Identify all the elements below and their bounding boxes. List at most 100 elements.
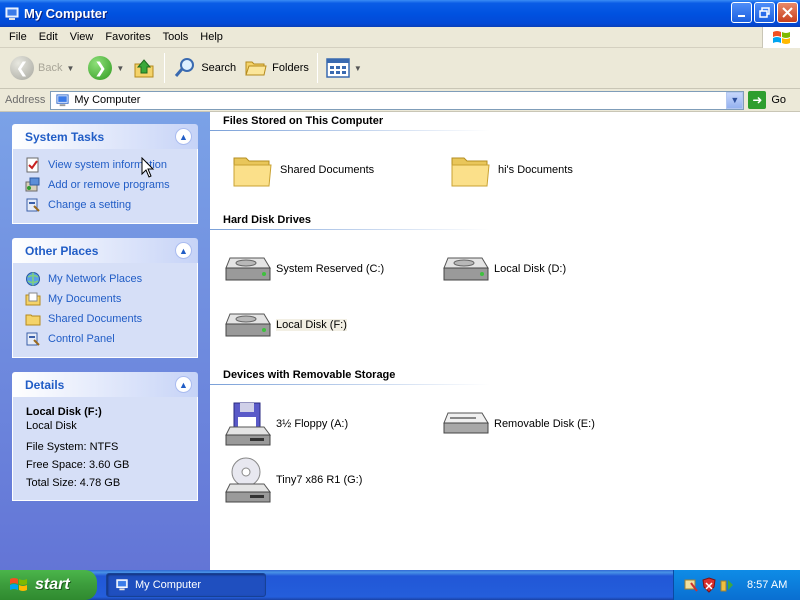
chevron-down-icon: ▼: [730, 95, 740, 105]
views-dropdown-icon[interactable]: ▼: [354, 64, 362, 73]
drive-e[interactable]: Removable Disk (E:): [442, 400, 595, 448]
view-system-information-link[interactable]: View system information: [25, 155, 189, 175]
item-label: Tiny7 x86 R1 (G:): [276, 474, 363, 486]
my-documents-link[interactable]: My Documents: [25, 289, 189, 309]
details-free-space: Free Space: 3.60 GB: [26, 459, 130, 471]
tray-security-shield-icon[interactable]: [701, 577, 717, 593]
system-tray: 8:57 AM: [673, 570, 800, 600]
drive-c[interactable]: System Reserved (C:): [224, 245, 384, 293]
details-total-size: Total Size: 4.78 GB: [26, 477, 121, 489]
address-input[interactable]: My Computer ▼: [50, 90, 745, 110]
system-tasks-header[interactable]: System Tasks ▲: [12, 124, 198, 149]
floppy-drive-icon: [224, 400, 272, 448]
hard-disk-icon: [224, 245, 272, 293]
title-bar[interactable]: My Computer: [0, 0, 800, 27]
views-button[interactable]: ▼: [322, 51, 366, 85]
section-header: Devices with Removable Storage: [223, 369, 396, 381]
cd-drive-icon: [224, 456, 272, 504]
back-dropdown-icon[interactable]: ▼: [66, 64, 74, 73]
section-divider: [210, 384, 490, 385]
menu-view[interactable]: View: [64, 28, 100, 47]
menu-edit[interactable]: Edit: [33, 28, 64, 47]
menu-tools[interactable]: Tools: [157, 28, 195, 47]
place-link-label: Control Panel: [48, 333, 115, 345]
menu-bar: File Edit View Favorites Tools Help: [0, 27, 800, 48]
search-icon: [175, 58, 195, 77]
details-panel: Details ▲ Local Disk (F:) Local Disk Fil…: [12, 372, 198, 501]
address-dropdown-button[interactable]: ▼: [726, 91, 744, 109]
change-a-setting-link[interactable]: Change a setting: [25, 195, 189, 215]
user-documents-folder[interactable]: hi's Documents: [446, 146, 573, 194]
other-places-header[interactable]: Other Places ▲: [12, 238, 198, 263]
folders-button[interactable]: Folders: [240, 51, 313, 85]
drive-g[interactable]: Tiny7 x86 R1 (G:): [224, 456, 362, 504]
item-label: Local Disk (D:): [494, 263, 567, 275]
removable-disk-icon: [442, 400, 490, 448]
address-value: My Computer: [74, 94, 141, 106]
hard-disk-icon: [442, 245, 490, 293]
network-places-icon: [26, 272, 40, 286]
taskbar: start My Computer 8:57 AM: [0, 570, 800, 600]
back-button[interactable]: ❮ Back ▼: [6, 51, 78, 85]
system-tasks-panel: System Tasks ▲ View system information A…: [12, 124, 198, 224]
go-button[interactable]: ➜ Go: [748, 91, 786, 109]
go-arrow-icon: ➜: [748, 91, 767, 109]
menu-file[interactable]: File: [3, 28, 33, 47]
window-title: My Computer: [24, 6, 108, 21]
collapse-chevron-icon[interactable]: ▲: [175, 376, 192, 393]
up-folder-icon: [134, 59, 154, 78]
menu-favorites[interactable]: Favorites: [99, 28, 156, 47]
shared-documents-link[interactable]: Shared Documents: [25, 309, 189, 329]
item-label: Shared Documents: [280, 164, 375, 176]
drive-a[interactable]: 3½ Floppy (A:): [224, 400, 348, 448]
forward-arrow-icon: ❯: [88, 56, 113, 80]
drive-f[interactable]: Local Disk (F:): [224, 301, 347, 349]
close-button[interactable]: [777, 2, 798, 23]
shared-documents-folder[interactable]: Shared Documents: [228, 146, 374, 194]
minimize-button[interactable]: [731, 2, 752, 23]
section-header: Files Stored on This Computer: [223, 115, 384, 127]
search-label: Search: [201, 62, 237, 74]
taskbar-window-button[interactable]: My Computer: [106, 573, 266, 597]
restore-icon: [759, 7, 770, 18]
menu-help[interactable]: Help: [194, 28, 229, 47]
tray-update-icon[interactable]: [719, 577, 735, 593]
collapse-chevron-icon[interactable]: ▲: [175, 242, 192, 259]
start-button[interactable]: start: [0, 570, 97, 600]
add-remove-programs-link[interactable]: Add or remove programs: [25, 175, 189, 195]
forward-button[interactable]: ❯ ▼: [84, 51, 128, 85]
address-label: Address: [5, 94, 46, 106]
details-header[interactable]: Details ▲: [12, 372, 198, 397]
collapse-chevron-icon[interactable]: ▲: [175, 128, 192, 145]
place-link-label: Shared Documents: [48, 313, 143, 325]
tray-network-icon[interactable]: [683, 577, 699, 593]
minimize-icon: [737, 14, 745, 17]
address-bar: Address My Computer ▼ ➜ Go: [0, 89, 800, 112]
details-title: Details: [25, 377, 65, 392]
other-places-body: My Network Places My Documents Shared Do…: [12, 263, 198, 358]
forward-dropdown-icon[interactable]: ▼: [116, 64, 124, 73]
task-link-label: Change a setting: [48, 199, 132, 211]
item-label: Local Disk (F:): [276, 319, 347, 331]
up-folder-button[interactable]: [128, 51, 160, 85]
task-link-label: Add or remove programs: [48, 179, 170, 191]
mouse-pointer-icon: [141, 157, 155, 178]
item-label: 3½ Floppy (A:): [276, 418, 349, 430]
go-label: Go: [771, 94, 787, 106]
views-icon: [326, 58, 350, 78]
clock[interactable]: 8:57 AM: [747, 579, 787, 591]
file-view: Files Stored on This Computer Shared Doc…: [210, 112, 800, 570]
search-button[interactable]: Search: [169, 51, 240, 85]
section-divider: [210, 130, 490, 131]
taskbar-window-label: My Computer: [135, 579, 202, 591]
my-computer-icon: [116, 579, 128, 591]
item-label: hi's Documents: [498, 164, 573, 176]
section-header: Hard Disk Drives: [223, 214, 312, 226]
maximize-button[interactable]: [754, 2, 775, 23]
control-panel-icon: [26, 332, 40, 346]
control-panel-link[interactable]: Control Panel: [25, 329, 189, 349]
my-computer-icon: [56, 93, 69, 106]
drive-d[interactable]: Local Disk (D:): [442, 245, 566, 293]
my-network-places-link[interactable]: My Network Places: [25, 269, 189, 289]
details-file-system: File System: NTFS: [26, 441, 119, 453]
